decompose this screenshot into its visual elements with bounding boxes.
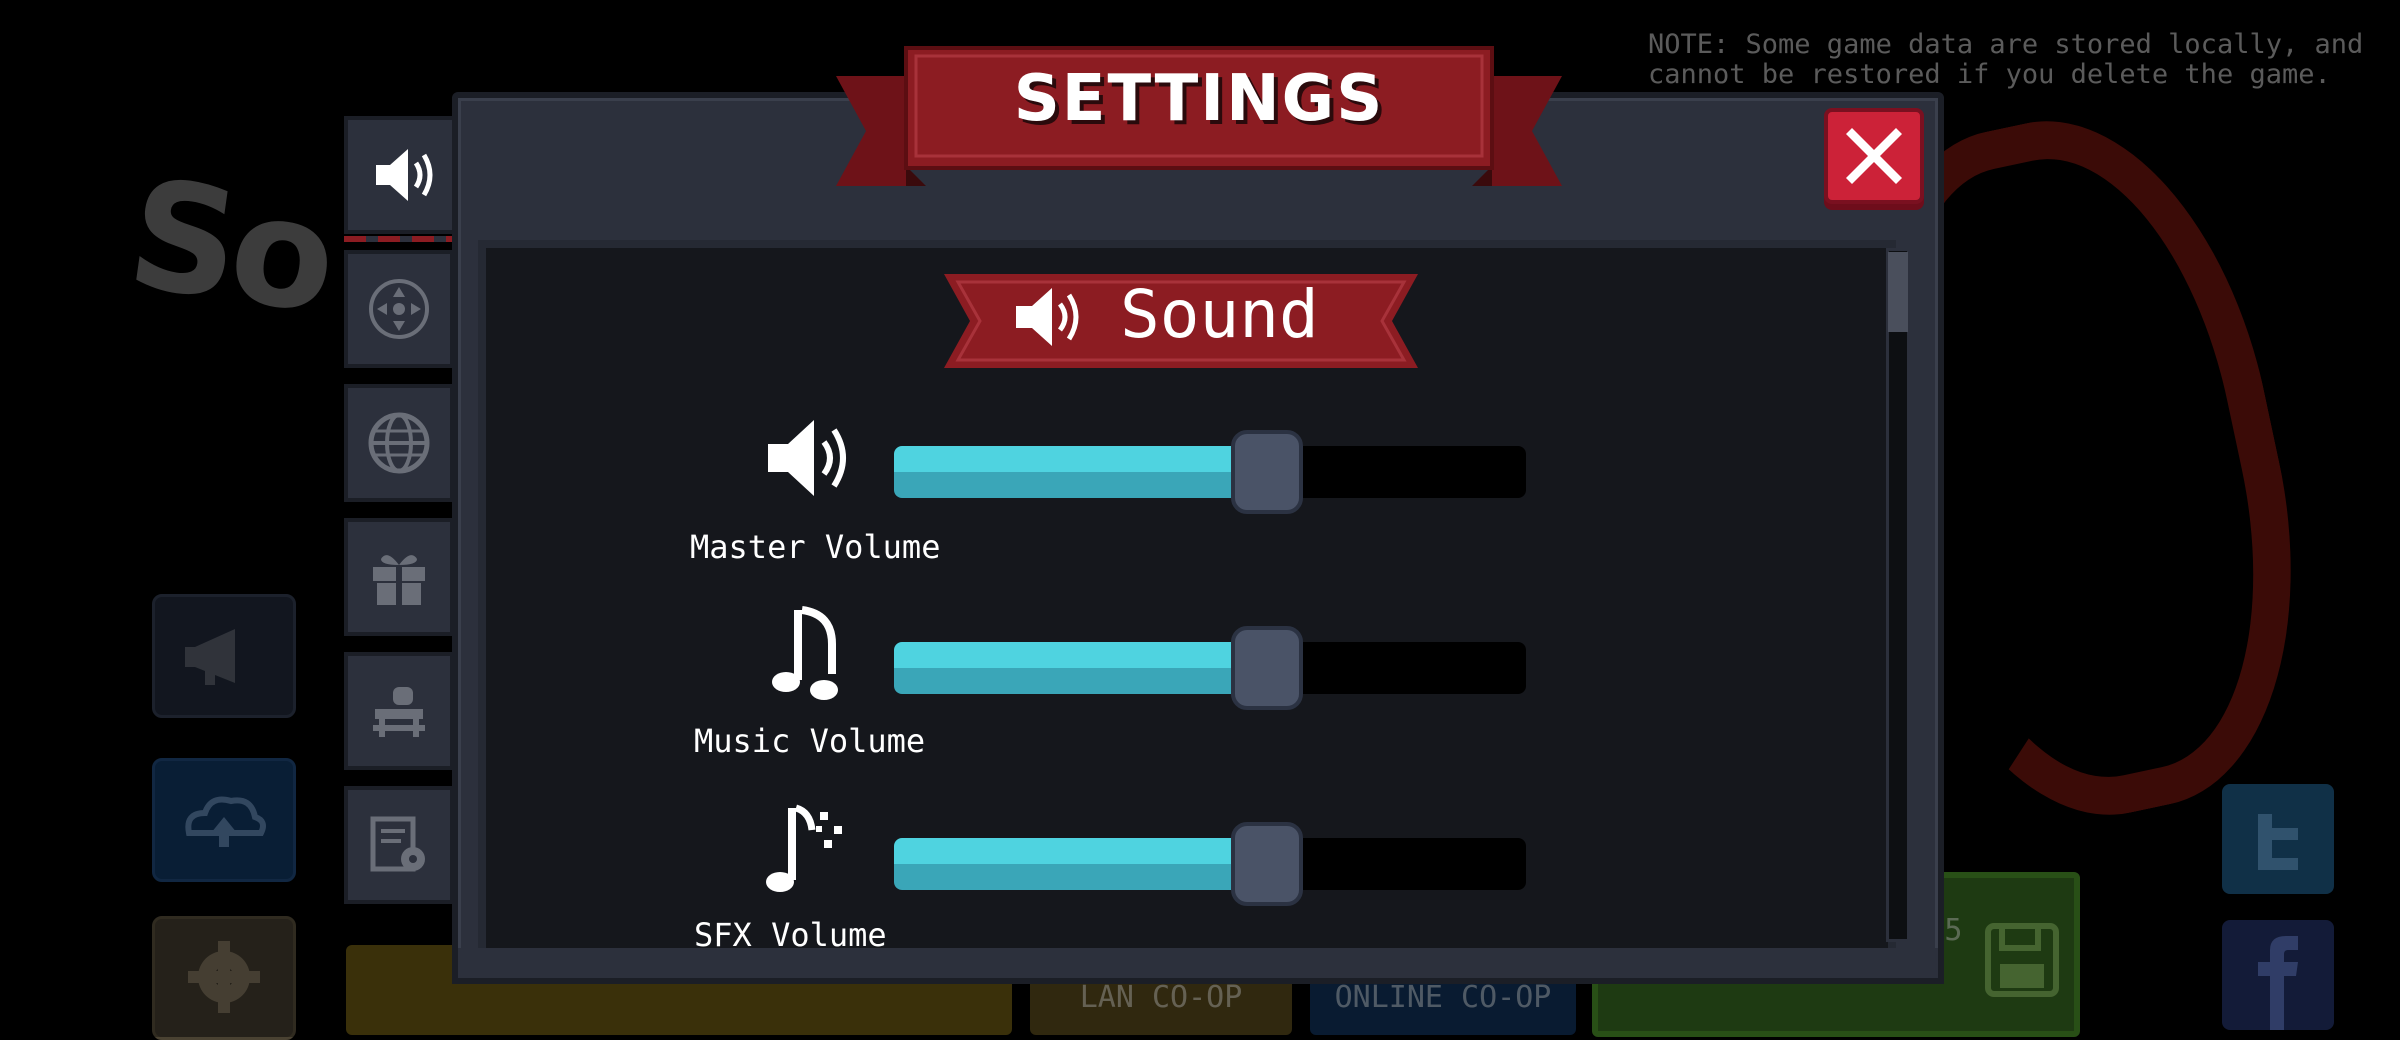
sfx-icon (766, 804, 842, 892)
slider-knob[interactable] (1230, 430, 1303, 514)
tab-bench[interactable] (344, 652, 454, 770)
gift-icon (373, 555, 425, 605)
scrollbar-thumb[interactable] (1888, 252, 1908, 332)
tab-sound[interactable] (344, 116, 462, 234)
close-icon (1846, 128, 1902, 184)
close-button[interactable] (1824, 108, 1924, 204)
master-volume-slider[interactable] (894, 430, 1526, 514)
slider-knob[interactable] (1230, 822, 1303, 906)
sound-section-title: Sound (1120, 276, 1319, 353)
tab-controls[interactable] (344, 250, 454, 368)
master-volume-label: Master Volume (690, 528, 941, 566)
globe-icon (368, 412, 430, 474)
music-volume-label: Music Volume (694, 722, 926, 760)
music-note-icon (772, 606, 838, 700)
dialog-bottom-border (452, 948, 1944, 984)
scrollbar-track[interactable] (1886, 248, 1910, 942)
tab-other-settings[interactable] (344, 786, 454, 904)
speaker-icon (376, 149, 433, 201)
tab-gifts[interactable] (344, 518, 454, 636)
speaker-icon (768, 420, 846, 496)
settings-title: SETTINGS (1013, 62, 1385, 136)
bench-icon (373, 687, 425, 737)
tab-language[interactable] (344, 384, 454, 502)
slider-fill (894, 642, 1267, 694)
slider-fill (894, 838, 1267, 890)
slider-fill (894, 446, 1267, 498)
slider-knob[interactable] (1230, 626, 1303, 710)
sound-section-icon (1016, 288, 1079, 346)
tab-divider (344, 236, 454, 242)
music-volume-slider[interactable] (894, 626, 1526, 710)
document-settings-icon (370, 816, 425, 872)
sfx-volume-slider[interactable] (894, 822, 1526, 906)
move-controls-icon (369, 279, 429, 339)
